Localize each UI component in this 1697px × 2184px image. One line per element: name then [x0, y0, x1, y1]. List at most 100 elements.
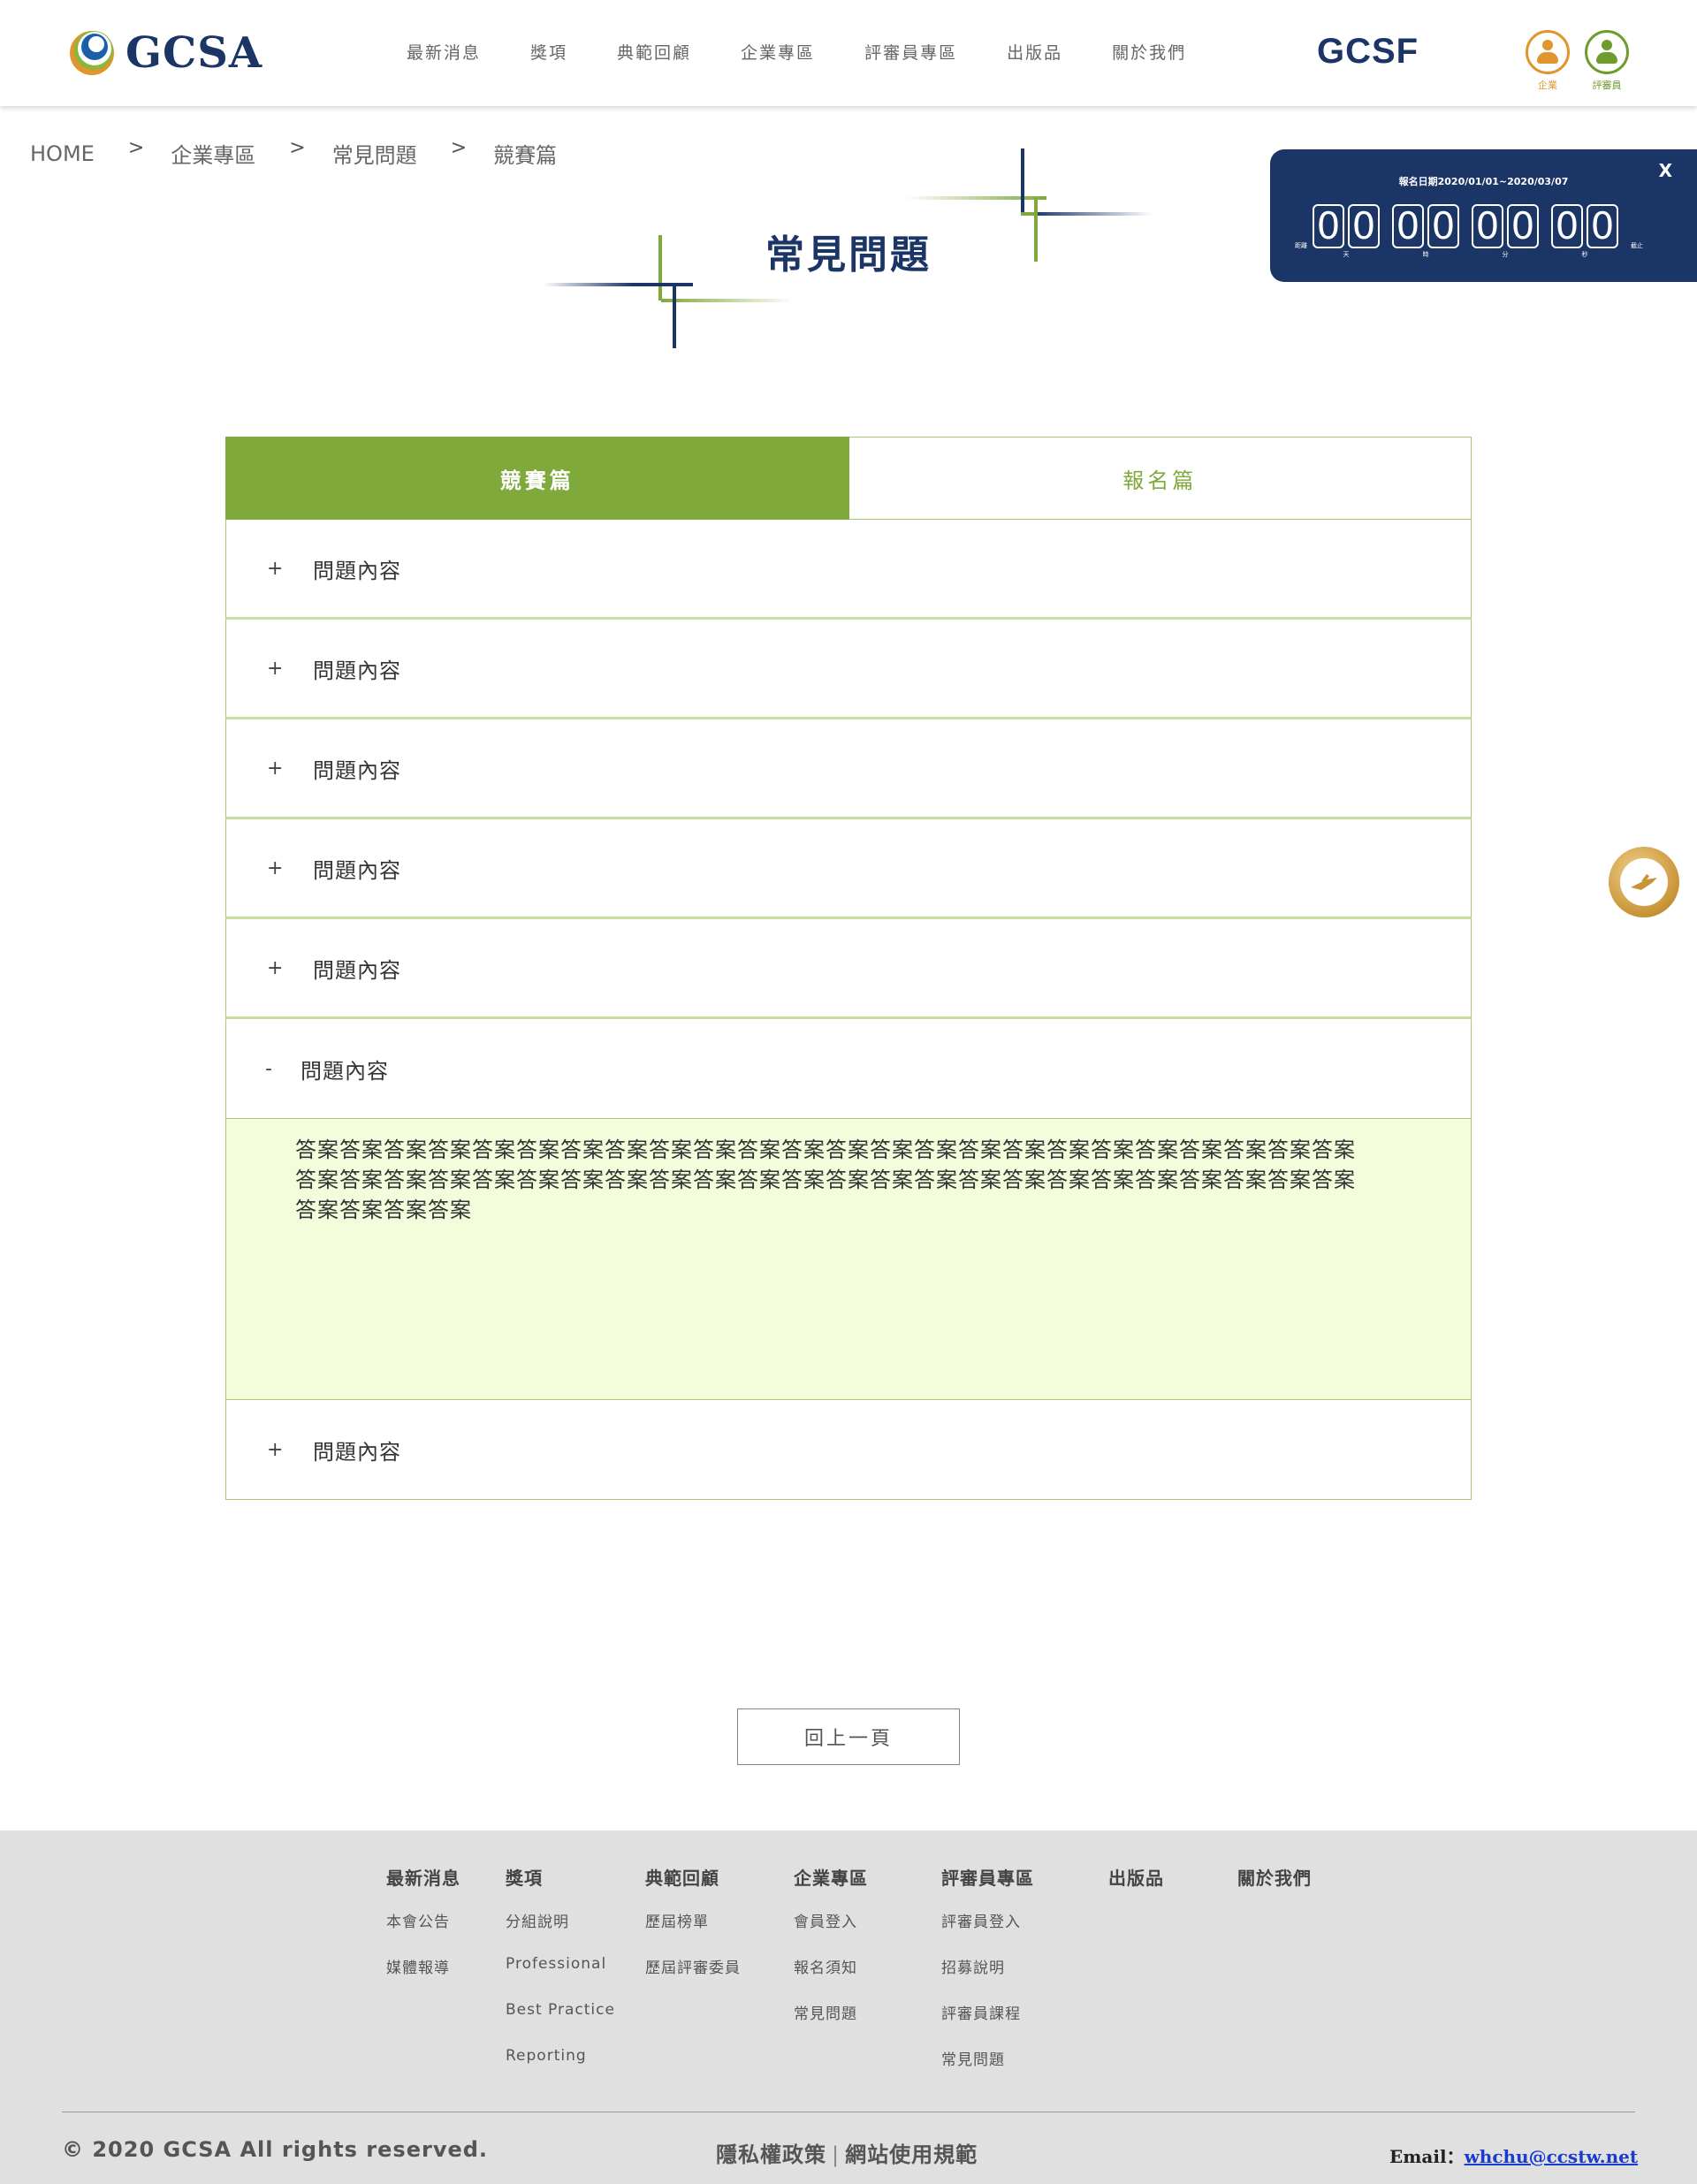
- expand-icon: +: [267, 757, 284, 780]
- contact-email: Email：whchu@ccstw.net: [1389, 2142, 1638, 2168]
- plane-icon: [1631, 874, 1657, 890]
- footer-heading[interactable]: 出版品: [1108, 1864, 1164, 1890]
- faq-item[interactable]: + 問題內容: [225, 520, 1472, 620]
- gcsa-logo-icon: [70, 31, 114, 75]
- footer-column-judges: 評審員專區 評審員登入 招募說明 評審員課程 常見問題: [941, 1864, 1034, 2093]
- faq-item[interactable]: + 問題內容: [225, 719, 1472, 819]
- tab-competition[interactable]: 競賽篇: [225, 437, 849, 520]
- countdown-digit: 0: [1392, 204, 1424, 248]
- breadcrumb-separator: >: [127, 137, 145, 159]
- faq-item[interactable]: + 問題內容: [225, 919, 1472, 1019]
- footer-link[interactable]: 分組說明: [506, 1909, 615, 1955]
- floating-badge-button[interactable]: [1609, 847, 1679, 917]
- footer-link[interactable]: 評審員課程: [941, 2001, 1034, 2047]
- expand-icon: +: [267, 557, 284, 580]
- footer-column-enterprise: 企業專區 會員登入 報名須知 常見問題: [794, 1864, 868, 2047]
- breadcrumb-separator: >: [450, 137, 468, 159]
- footer-heading[interactable]: 評審員專區: [941, 1864, 1034, 1890]
- countdown-date-range: 報名日期2020/01/01~2020/03/07: [1398, 176, 1569, 187]
- user-icon: [1526, 30, 1570, 74]
- faq-item[interactable]: + 問題內容: [225, 1400, 1472, 1500]
- footer-link[interactable]: 招募說明: [941, 1955, 1034, 2001]
- nav-item-judges[interactable]: 評審員專區: [864, 40, 957, 64]
- nav-item-enterprise[interactable]: 企業專區: [741, 40, 815, 64]
- footer-heading[interactable]: 關於我們: [1237, 1864, 1312, 1890]
- tab-registration[interactable]: 報名篇: [848, 437, 1472, 520]
- countdown-left-label: 距離: [1295, 242, 1307, 249]
- countdown-digit: 0: [1348, 204, 1380, 248]
- countdown-seconds: 0 0 秒: [1551, 204, 1618, 259]
- breadcrumb-home[interactable]: HOME: [30, 141, 95, 166]
- footer-column-news: 最新消息 本會公告 媒體報導: [386, 1864, 460, 2001]
- footer-heading[interactable]: 最新消息: [386, 1864, 460, 1890]
- collapse-icon: -: [265, 1057, 272, 1080]
- faq-question: 問題內容: [313, 558, 401, 583]
- footer-link[interactable]: Professional: [506, 1955, 615, 2001]
- nav-item-publications[interactable]: 出版品: [1007, 40, 1062, 64]
- footer-heading[interactable]: 典範回顧: [645, 1864, 741, 1890]
- countdown-digit: 0: [1587, 204, 1618, 248]
- countdown-unit: 分: [1502, 251, 1509, 258]
- breadcrumb-enterprise[interactable]: 企業專區: [171, 138, 255, 169]
- footer-heading[interactable]: 獎項: [506, 1864, 615, 1890]
- faq-tabs: 競賽篇 報名篇: [225, 437, 1472, 520]
- countdown-days: 0 0 天: [1313, 204, 1380, 259]
- page-title: 常見問題: [765, 232, 932, 278]
- footer-link[interactable]: 評審員登入: [941, 1909, 1034, 1955]
- nav-item-review[interactable]: 典範回顧: [617, 40, 691, 64]
- logo-text: GCSA: [126, 28, 263, 78]
- footer-column-review: 典範回顧 歷屆榜單 歷屆評審委員: [645, 1864, 741, 2001]
- faq-item[interactable]: + 問題內容: [225, 819, 1472, 919]
- faq-question: 問題內容: [313, 857, 401, 883]
- footer-link[interactable]: 媒體報導: [386, 1955, 460, 2001]
- enterprise-login-button[interactable]: 企業: [1525, 30, 1571, 92]
- breadcrumb: HOME > 企業專區 > 常見問題 > 競賽篇: [30, 137, 557, 169]
- faq-question: 問題內容: [313, 1439, 401, 1465]
- footer-link[interactable]: 本會公告: [386, 1909, 460, 1955]
- gcsf-logo[interactable]: GCSF: [1317, 32, 1419, 72]
- countdown-right-label: 截止: [1631, 242, 1643, 249]
- breadcrumb-faq[interactable]: 常見問題: [332, 138, 417, 169]
- countdown-digit: 0: [1551, 204, 1583, 248]
- countdown-unit: 時: [1422, 251, 1429, 258]
- faq-question: 問題內容: [301, 1058, 389, 1084]
- copyright: © 2020 GCSA All rights reserved.: [62, 2137, 489, 2162]
- footer-link[interactable]: 報名須知: [794, 1955, 868, 2001]
- enterprise-label: 企業: [1538, 80, 1557, 91]
- email-link[interactable]: whchu@ccstw.net: [1465, 2146, 1639, 2167]
- expand-icon: +: [267, 657, 284, 680]
- title-area: 常見問題: [530, 141, 1167, 354]
- nav-item-awards[interactable]: 獎項: [530, 40, 567, 64]
- footer-link[interactable]: 會員登入: [794, 1909, 868, 1955]
- footer-link[interactable]: Best Practice: [506, 2001, 615, 2047]
- footer-link[interactable]: 常見問題: [794, 2001, 868, 2047]
- nav-item-news[interactable]: 最新消息: [407, 40, 481, 64]
- countdown-digit: 0: [1313, 204, 1344, 248]
- gcsa-logo[interactable]: GCSA: [67, 27, 263, 80]
- footer-heading[interactable]: 企業專區: [794, 1864, 868, 1890]
- countdown-close-button[interactable]: X: [1659, 160, 1672, 181]
- countdown-unit: 秒: [1581, 251, 1588, 258]
- privacy-link[interactable]: 隱私權政策: [716, 2142, 826, 2167]
- footer-link[interactable]: 常見問題: [941, 2047, 1034, 2093]
- faq-item[interactable]: + 問題內容: [225, 620, 1472, 719]
- countdown-timer: 距離 0 0 天 0 0 時 0 0 分 0 0 秒 截止: [1295, 204, 1648, 259]
- site-header: GCSA 最新消息 獎項 典範回顧 企業專區 評審員專區 出版品 關於我們 GC…: [0, 0, 1697, 106]
- back-button[interactable]: 回上一頁: [737, 1708, 960, 1765]
- faq-question: 問題內容: [313, 757, 401, 783]
- countdown-unit: 天: [1343, 251, 1350, 258]
- footer-link[interactable]: 歷屆評審委員: [645, 1955, 741, 2001]
- expand-icon: +: [267, 956, 284, 979]
- footer-link[interactable]: 歷屆榜單: [645, 1909, 741, 1955]
- judge-label: 評審員: [1592, 80, 1622, 91]
- nav-item-about[interactable]: 關於我們: [1112, 40, 1186, 64]
- footer-link[interactable]: Reporting: [506, 2047, 615, 2093]
- countdown-digit: 0: [1472, 204, 1503, 248]
- terms-link[interactable]: 網站使用規範: [845, 2142, 978, 2167]
- badge-inner: [1620, 858, 1668, 906]
- faq-item-expanded[interactable]: - 問題內容: [225, 1019, 1472, 1119]
- expand-icon: +: [267, 1438, 284, 1461]
- countdown-minutes: 0 0 分: [1472, 204, 1539, 259]
- judge-login-button[interactable]: 評審員: [1584, 30, 1630, 92]
- registration-countdown: 報名日期2020/01/01~2020/03/07 X 距離 0 0 天 0 0…: [1270, 149, 1697, 282]
